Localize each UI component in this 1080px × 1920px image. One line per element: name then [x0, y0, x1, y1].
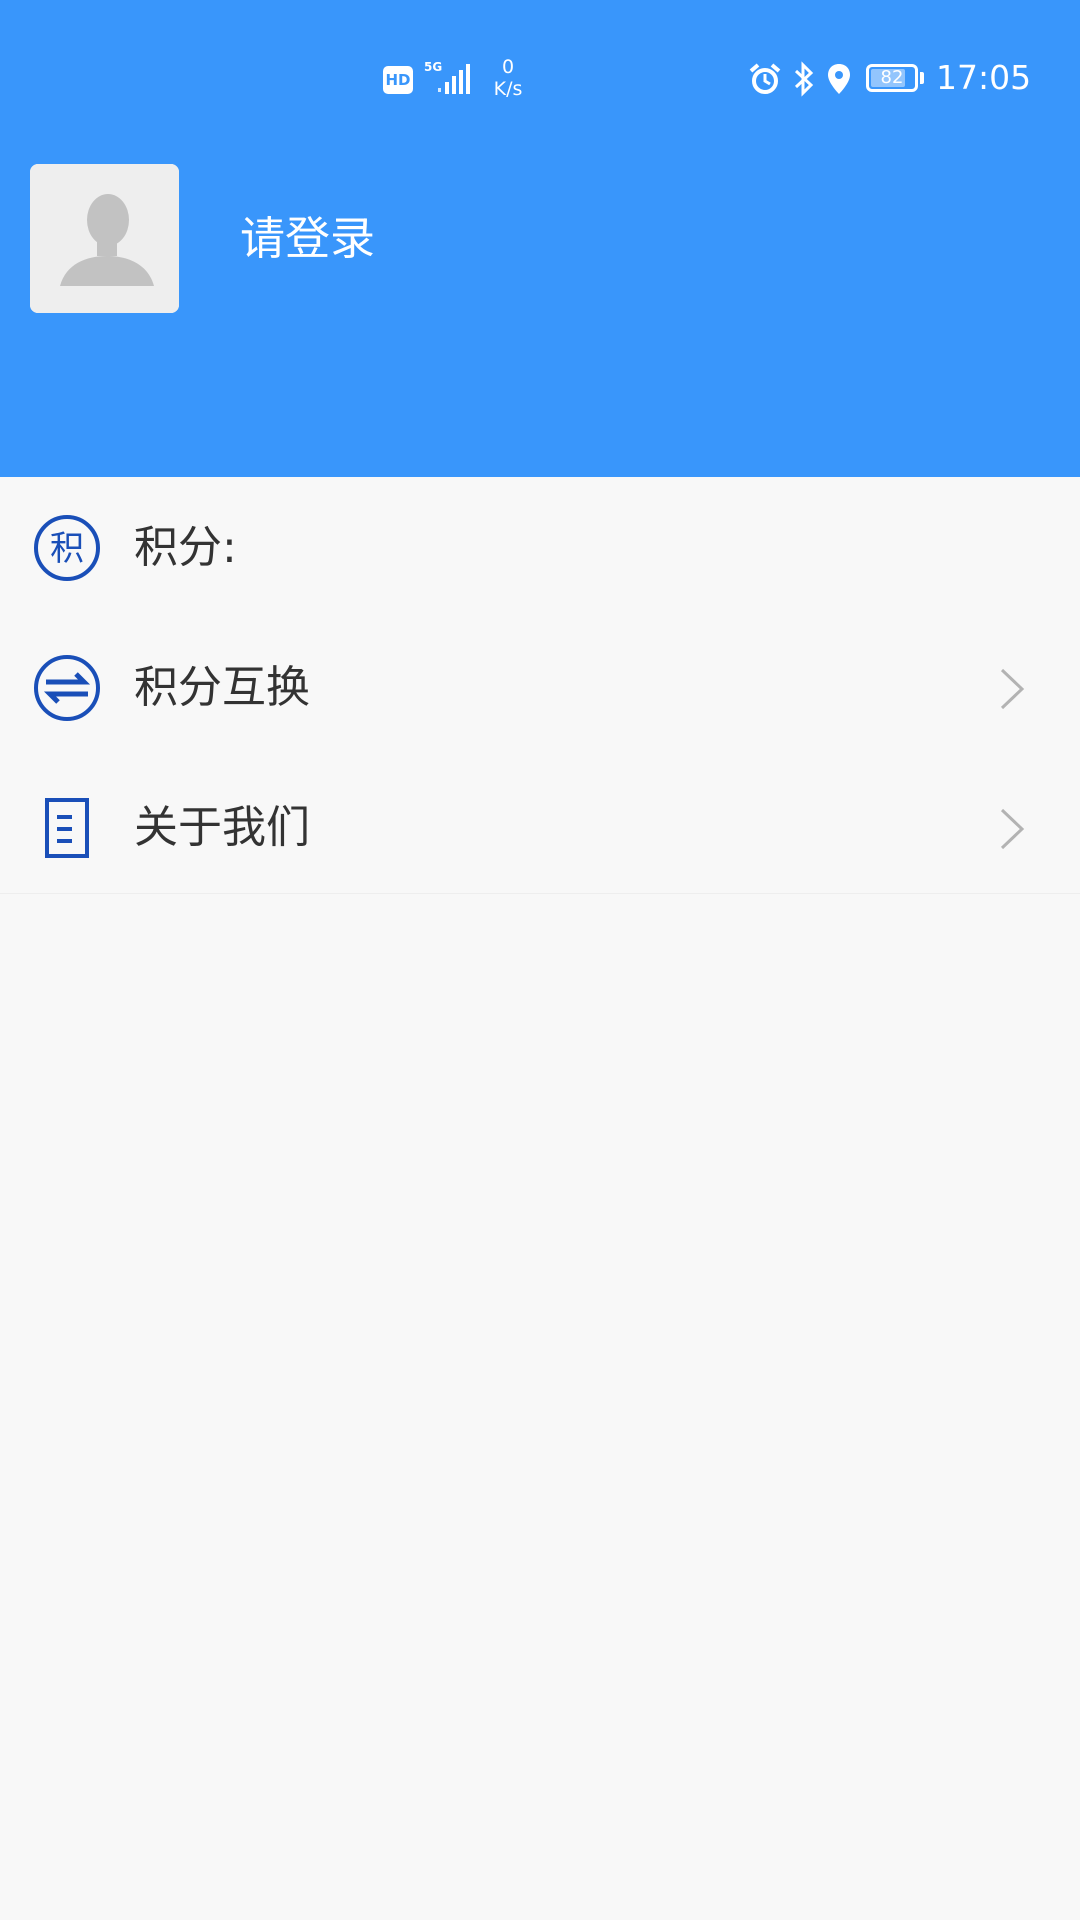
- points-badge-glyph: 积: [50, 529, 84, 569]
- speed-value: 0: [501, 56, 515, 78]
- bluetooth-icon: [794, 61, 814, 97]
- menu-bottom-divider: [0, 893, 1080, 894]
- chevron-right-icon: [998, 807, 1026, 851]
- signal-icon: [438, 64, 470, 94]
- status-bar: HD 5G 0 K/s 82 17:05: [0, 0, 1080, 160]
- default-avatar-icon: [30, 164, 179, 313]
- exchange-arrows-icon: [32, 653, 102, 723]
- location-icon: [828, 64, 850, 94]
- menu-item-points-exchange[interactable]: 积分互换: [0, 617, 1080, 757]
- profile-header: HD 5G 0 K/s 82 17:05 请登录: [0, 0, 1080, 477]
- speed-unit: K/s: [493, 78, 523, 100]
- menu-item-about-us[interactable]: 关于我们: [0, 757, 1080, 897]
- points-label: 积分:: [134, 522, 237, 573]
- points-exchange-label: 积分互换: [134, 662, 310, 713]
- alarm-icon: [749, 63, 781, 94]
- document-icon: [32, 793, 102, 863]
- chevron-right-icon: [998, 667, 1026, 711]
- points-badge-icon: 积: [32, 513, 102, 583]
- battery-tip: [920, 72, 924, 84]
- login-link[interactable]: 请登录: [240, 211, 375, 267]
- network-speed: 0 K/s: [488, 56, 528, 100]
- hd-badge: HD: [383, 66, 413, 94]
- menu-item-points: 积 积分:: [0, 477, 1080, 617]
- about-us-label: 关于我们: [134, 802, 310, 853]
- avatar[interactable]: [30, 164, 179, 313]
- menu-list: 积 积分: 积分互换 关于我们: [0, 477, 1080, 897]
- battery-icon: 82: [866, 64, 918, 92]
- clock: 17:05: [936, 58, 1032, 97]
- battery-level: 82: [880, 67, 904, 88]
